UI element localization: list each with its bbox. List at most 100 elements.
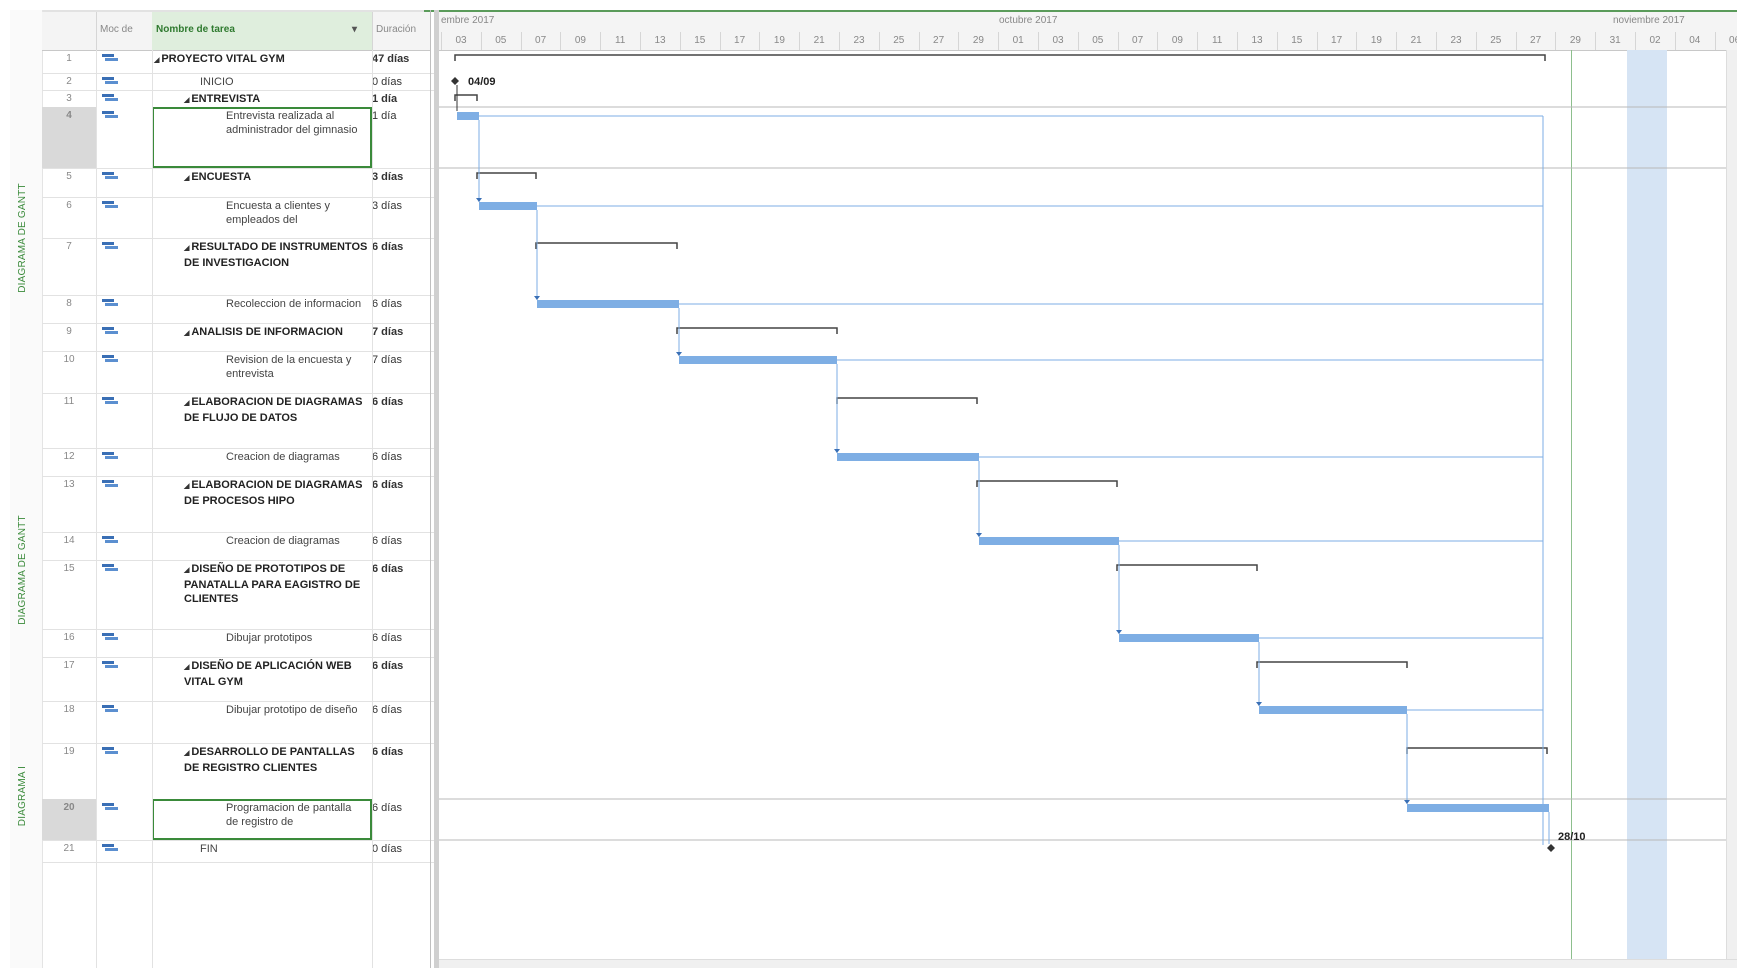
task-name[interactable]: ANALISIS DE INFORMACION <box>191 326 343 338</box>
task-name[interactable]: DESARROLLO DE PANTALLAS DE REGISTRO CLIE… <box>184 746 355 774</box>
task-bar[interactable] <box>479 202 537 210</box>
task-bar[interactable] <box>979 537 1119 545</box>
row-number[interactable]: 13 <box>42 478 96 492</box>
table-row[interactable]: 15 ◢ DISEÑO DE PROTOTIPOS DE PANATALLA PA… <box>42 560 434 630</box>
row-number[interactable]: 19 <box>42 745 96 759</box>
task-duration[interactable]: 0 días <box>372 842 434 856</box>
task-bar[interactable] <box>837 453 979 461</box>
task-name[interactable]: FIN <box>200 843 218 855</box>
task-duration[interactable]: 6 días <box>372 478 434 492</box>
row-number[interactable]: 5 <box>42 170 96 184</box>
view-bar[interactable]: DIAGRAMA DE GANTT DIAGRAMA DE GANTT DIAG… <box>10 10 43 968</box>
row-number[interactable]: 7 <box>42 240 96 254</box>
row-number[interactable]: 21 <box>42 842 96 856</box>
task-duration[interactable]: 1 día <box>372 92 434 106</box>
task-name[interactable]: Entrevista realizada al administrador de… <box>226 110 357 136</box>
task-duration[interactable]: 47 días <box>372 52 434 66</box>
table-row[interactable]: 9 ◢ ANALISIS DE INFORMACION 7 días <box>42 323 434 352</box>
task-duration[interactable]: 1 día <box>372 109 434 123</box>
row-number[interactable]: 1 <box>42 52 96 66</box>
row-number[interactable]: 11 <box>42 395 96 409</box>
task-bar[interactable] <box>679 356 837 364</box>
task-name[interactable]: Revision de la encuesta y entrevista <box>226 354 351 380</box>
row-number[interactable]: 2 <box>42 75 96 89</box>
task-duration[interactable]: 6 días <box>372 801 434 815</box>
table-row[interactable]: 11 ◢ ELABORACION DE DIAGRAMAS DE FLUJO DE… <box>42 393 434 449</box>
view-label-gantt-2[interactable]: DIAGRAMA DE GANTT <box>17 495 33 645</box>
table-row[interactable]: 16 Dibujar prototipos 6 días <box>42 629 434 658</box>
table-row[interactable]: 13 ◢ ELABORACION DE DIAGRAMAS DE PROCESOS… <box>42 476 434 533</box>
summary-bar[interactable] <box>1406 747 1548 754</box>
row-number[interactable]: 16 <box>42 631 96 645</box>
table-row[interactable]: 12 Creacion de diagramas 6 días <box>42 448 434 477</box>
task-name[interactable]: Programacion de pantalla de registro de <box>226 802 351 828</box>
task-name[interactable]: ELABORACION DE DIAGRAMAS DE PROCESOS HIP… <box>184 479 362 507</box>
row-number[interactable]: 15 <box>42 562 96 576</box>
task-name[interactable]: Creacion de diagramas <box>226 535 340 547</box>
task-name[interactable]: ENTREVISTA <box>191 93 260 105</box>
gantt-chart[interactable]: 04/09 28/10 <box>439 50 1737 968</box>
task-duration[interactable]: 7 días <box>372 353 434 367</box>
summary-bar[interactable] <box>454 94 478 101</box>
task-duration[interactable]: 0 días <box>372 75 434 89</box>
task-bar[interactable] <box>1407 804 1549 812</box>
view-label-gantt-1[interactable]: DIAGRAMA DE GANTT <box>17 163 33 313</box>
table-row[interactable]: 2 INICIO 0 días <box>42 73 434 91</box>
summary-bar[interactable] <box>535 242 678 249</box>
header-row-number[interactable] <box>42 12 97 50</box>
task-name[interactable]: ENCUESTA <box>191 171 251 183</box>
task-name[interactable]: DISEÑO DE PROTOTIPOS DE PANATALLA PARA E… <box>184 563 360 605</box>
task-duration[interactable]: 7 días <box>372 325 434 339</box>
row-number[interactable]: 8 <box>42 297 96 311</box>
header-task-name[interactable]: Nombre de tarea ▾ <box>152 12 373 50</box>
view-label-diagram[interactable]: DIAGRAMA I <box>17 721 33 871</box>
task-name[interactable]: Encuesta a clientes y empleados del <box>226 200 330 226</box>
task-bar[interactable] <box>1259 706 1407 714</box>
vertical-scrollbar[interactable] <box>1726 50 1737 968</box>
table-row[interactable]: 18 Dibujar prototipo de diseño 6 días <box>42 701 434 744</box>
task-name[interactable]: Dibujar prototipo de diseño <box>226 704 357 716</box>
task-duration[interactable]: 6 días <box>372 534 434 548</box>
table-row[interactable]: 8 Recoleccion de informacion 6 días <box>42 295 434 324</box>
timescale[interactable]: embre 2017 octubre 2017 noviembre 2017 0… <box>439 12 1737 51</box>
table-row[interactable]: 4 Entrevista realizada al administrador d… <box>42 107 434 169</box>
task-name[interactable]: Creacion de diagramas <box>226 451 340 463</box>
summary-bar[interactable] <box>476 172 537 179</box>
task-duration[interactable]: 6 días <box>372 240 434 254</box>
task-name[interactable]: PROYECTO VITAL GYM <box>161 53 284 65</box>
task-duration[interactable]: 3 días <box>372 170 434 184</box>
task-name[interactable]: RESULTADO DE INSTRUMENTOS DE INVESTIGACI… <box>184 241 367 269</box>
row-number[interactable]: 20 <box>42 801 96 815</box>
task-name[interactable]: Dibujar prototipos <box>226 632 312 644</box>
table-row[interactable]: 20 Programacion de pantalla de registro d… <box>42 799 434 841</box>
row-number[interactable]: 14 <box>42 534 96 548</box>
task-duration[interactable]: 6 días <box>372 450 434 464</box>
summary-bar[interactable] <box>836 397 978 404</box>
task-bar[interactable] <box>1119 634 1259 642</box>
summary-bar[interactable] <box>976 480 1118 487</box>
table-row[interactable]: 5 ◢ ENCUESTA 3 días <box>42 168 434 198</box>
task-bar[interactable] <box>457 112 479 120</box>
row-number[interactable]: 10 <box>42 353 96 367</box>
table-row[interactable]: 3 ◢ ENTREVISTA 1 día <box>42 90 434 108</box>
summary-bar[interactable] <box>1256 661 1408 668</box>
table-row[interactable]: 17 ◢ DISEÑO DE APLICACIÓN WEB VITAL GYM 6 … <box>42 657 434 702</box>
summary-bar[interactable] <box>1116 564 1258 571</box>
row-number[interactable]: 3 <box>42 92 96 106</box>
task-name[interactable]: DISEÑO DE APLICACIÓN WEB VITAL GYM <box>184 660 352 688</box>
task-duration[interactable]: 6 días <box>372 703 434 717</box>
summary-bar[interactable] <box>676 327 838 334</box>
row-number[interactable]: 17 <box>42 659 96 673</box>
header-duration[interactable]: Duración <box>372 12 432 50</box>
task-bar[interactable] <box>537 300 679 308</box>
row-number[interactable]: 12 <box>42 450 96 464</box>
task-duration[interactable]: 6 días <box>372 297 434 311</box>
table-row[interactable]: 7 ◢ RESULTADO DE INSTRUMENTOS DE INVESTIG… <box>42 238 434 296</box>
task-name[interactable]: INICIO <box>200 76 234 88</box>
table-row[interactable]: 6 Encuesta a clientes y empleados del 3 dí… <box>42 197 434 239</box>
task-duration[interactable]: 6 días <box>372 395 434 409</box>
table-row[interactable]: 10 Revision de la encuesta y entrevista 7 … <box>42 351 434 394</box>
task-duration[interactable]: 3 días <box>372 199 434 213</box>
summary-bar[interactable] <box>454 54 1546 61</box>
header-mode[interactable]: Moc de <box>96 12 153 50</box>
